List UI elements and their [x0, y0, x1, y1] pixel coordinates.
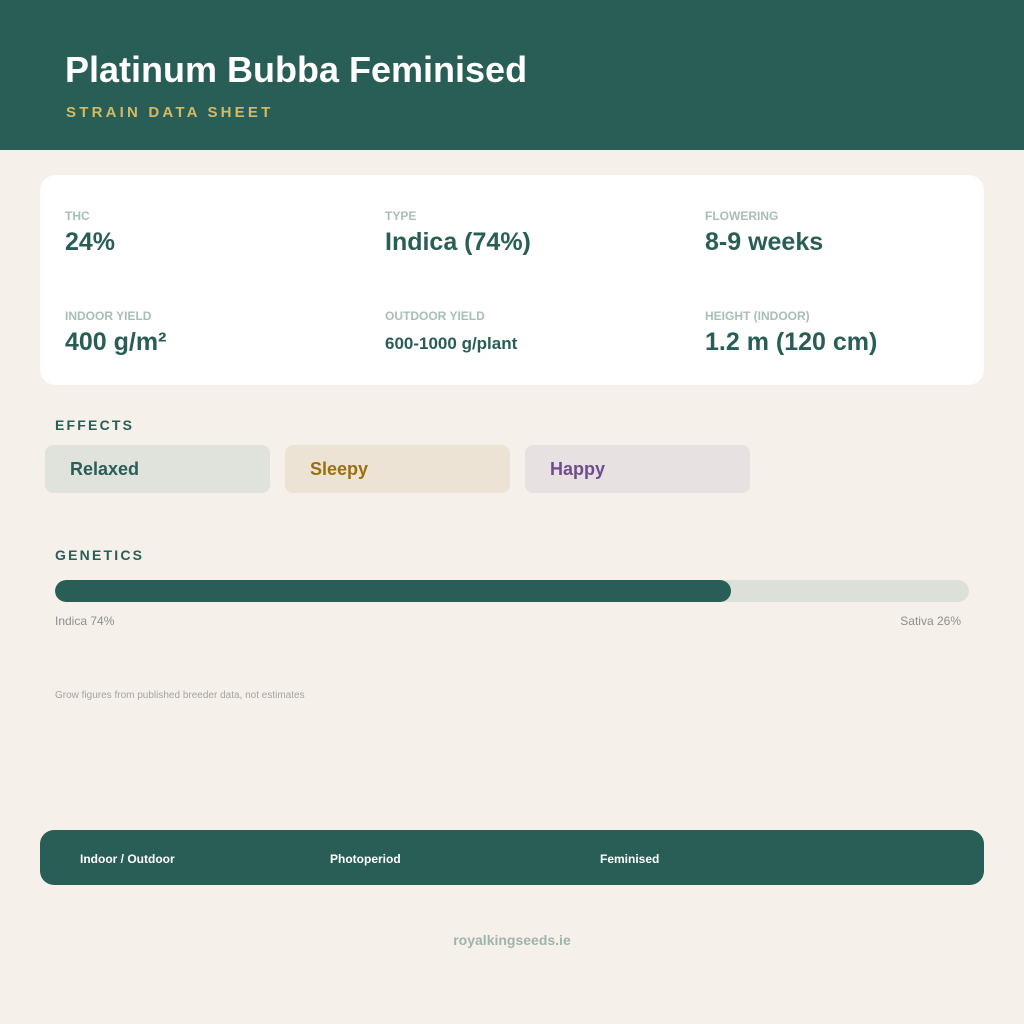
stats-card: THC 24% TYPE Indica (74%) FLOWERING 8-9 …	[40, 175, 984, 385]
stat-value: 1.2 m (120 cm)	[705, 328, 878, 356]
effect-pill: Relaxed	[45, 445, 270, 493]
effects-heading: EFFECTS	[55, 417, 135, 433]
stat-value: 24%	[65, 228, 116, 256]
genetics-heading: GENETICS	[55, 547, 145, 563]
indica-caption: Indica 74%	[55, 614, 115, 628]
genetics-bar-track	[55, 580, 969, 602]
footer-item-feminised: Feminised	[600, 852, 660, 866]
effect-label: Sleepy	[310, 459, 369, 479]
stat-value: 400 g/m²	[65, 328, 167, 356]
genetics-bar-fill-indica	[55, 580, 732, 602]
website-link[interactable]: royalkingseeds.ie	[0, 932, 1024, 949]
footer-bar: Indoor / Outdoor Photoperiod Feminised	[40, 830, 984, 885]
sativa-caption: Sativa 26%	[900, 614, 961, 628]
page-title: Platinum Bubba Feminised	[65, 49, 528, 90]
stat-label: THC	[65, 209, 90, 223]
data-note: Grow figures from published breeder data…	[55, 690, 305, 701]
stat-value: Indica (74%)	[385, 228, 531, 256]
stat-value: 8-9 weeks	[705, 228, 824, 256]
stat-label: TYPE	[385, 209, 417, 223]
effect-pill: Sleepy	[285, 445, 510, 493]
stat-label: INDOOR YIELD	[65, 309, 152, 323]
footer-item-environment: Indoor / Outdoor	[80, 852, 175, 866]
stat-value: 600-1000 g/plant	[385, 334, 518, 353]
page-subtitle: STRAIN DATA SHEET	[66, 104, 274, 121]
stat-label: OUTDOOR YIELD	[385, 309, 485, 323]
stat-label: FLOWERING	[705, 209, 779, 223]
footer-item-photoperiod: Photoperiod	[330, 852, 401, 866]
effect-label: Happy	[550, 459, 606, 479]
header-banner: Platinum Bubba Feminised STRAIN DATA SHE…	[0, 0, 1024, 150]
effect-label: Relaxed	[70, 459, 140, 479]
stat-label: HEIGHT (INDOOR)	[705, 309, 810, 323]
effect-pill: Happy	[525, 445, 750, 493]
